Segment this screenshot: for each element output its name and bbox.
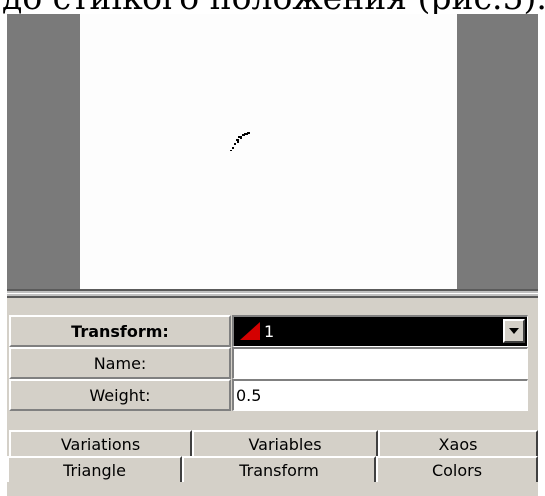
tab-triangle[interactable]: Triangle <box>7 456 182 482</box>
transform-label: Transform: <box>9 315 231 347</box>
document-caption-strip: до стиłkого положения (рис.5). <box>0 0 545 14</box>
dropdown-arrow-icon <box>509 328 519 334</box>
tab-variations[interactable]: Variations <box>9 430 192 456</box>
document-caption-text: до стиłkого положения (рис.5). <box>2 0 545 14</box>
transform-row: Transform: 1 <box>9 315 528 347</box>
flame-preview-area <box>7 14 538 289</box>
transform-select[interactable]: 1 <box>232 315 528 347</box>
flame-render <box>230 132 250 151</box>
tab-variables[interactable]: Variables <box>192 430 378 456</box>
name-label: Name: <box>9 347 231 379</box>
tab-xaos[interactable]: Xaos <box>378 430 538 456</box>
tab-colors[interactable]: Colors <box>376 456 538 482</box>
panel-splitter[interactable] <box>7 289 538 298</box>
name-row: Name: <box>9 347 528 379</box>
transform-editor-panel: Transform: 1 Name: Weight: 0.5 Variation… <box>7 298 538 496</box>
flame-particles <box>230 132 250 151</box>
flame-preview-canvas[interactable] <box>80 14 457 289</box>
dropdown-button[interactable] <box>503 319 525 343</box>
weight-label: Weight: <box>9 379 231 411</box>
tab-transform[interactable]: Transform <box>182 456 376 482</box>
weight-field[interactable]: 0.5 <box>232 379 528 411</box>
weight-row: Weight: 0.5 <box>9 379 528 411</box>
name-field[interactable] <box>232 347 528 379</box>
transform-select-value: 1 <box>264 322 275 341</box>
triangle-icon <box>240 322 260 340</box>
